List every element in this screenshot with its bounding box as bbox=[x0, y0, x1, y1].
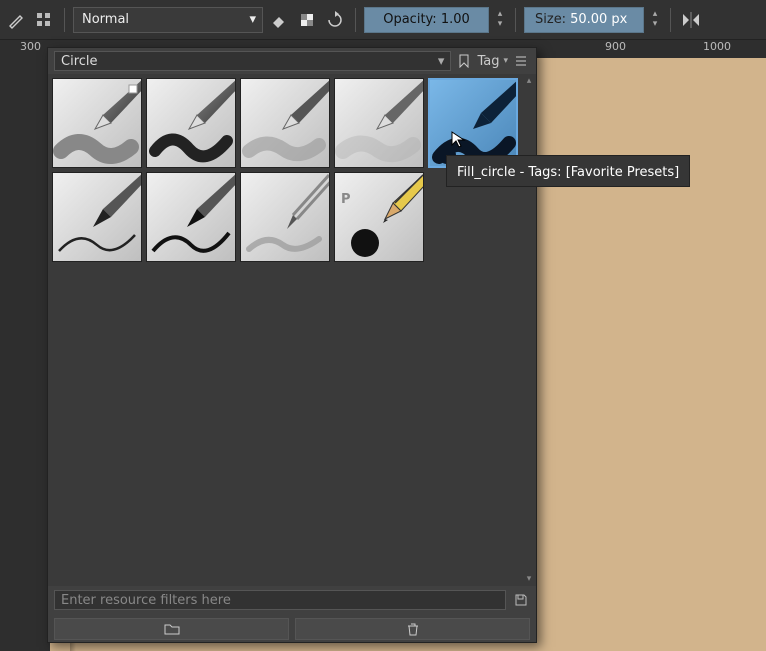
brush-preset-panel: Circle ▾ Tag ▾ bbox=[47, 47, 537, 643]
blend-mode-label: Normal bbox=[82, 12, 129, 27]
tooltip: Fill_circle - Tags: [Favorite Presets] bbox=[446, 155, 690, 187]
mirror-horizontal-icon[interactable] bbox=[679, 8, 703, 32]
size-slider[interactable]: Size: 50.00 px bbox=[524, 7, 644, 33]
trash-icon bbox=[406, 622, 420, 636]
preset-thumb[interactable] bbox=[240, 78, 330, 168]
preset-thumb[interactable] bbox=[52, 172, 142, 262]
preset-thumb[interactable] bbox=[52, 78, 142, 168]
chevron-down-icon: ▾ bbox=[438, 54, 445, 69]
chevron-down-icon: ▾ bbox=[503, 56, 508, 66]
ruler-tick: 300 bbox=[20, 40, 41, 53]
svg-text:P: P bbox=[341, 192, 351, 207]
alpha-lock-icon[interactable] bbox=[295, 8, 319, 32]
opacity-value: 1.00 bbox=[441, 12, 470, 27]
tooltip-text: Fill_circle - Tags: [Favorite Presets] bbox=[457, 165, 679, 180]
search-text: Circle bbox=[61, 54, 98, 69]
opacity-label: Opacity: bbox=[383, 12, 436, 27]
preset-thumb[interactable]: P bbox=[334, 172, 424, 262]
ruler-tick: 900 bbox=[605, 40, 626, 53]
blend-mode-select[interactable]: Normal ▾ bbox=[73, 7, 263, 33]
tag-label[interactable]: Tag bbox=[477, 54, 499, 69]
eraser-mode-icon[interactable] bbox=[267, 8, 291, 32]
chevron-down-icon: ▾ bbox=[249, 12, 256, 27]
list-mode-icon[interactable] bbox=[512, 52, 530, 70]
panel-header: Circle ▾ Tag ▾ bbox=[48, 48, 536, 74]
opacity-spinner[interactable]: ▴▾ bbox=[493, 10, 507, 30]
brush-editor-icon[interactable] bbox=[4, 8, 28, 32]
preset-thumb[interactable] bbox=[334, 78, 424, 168]
size-spinner[interactable]: ▴▾ bbox=[648, 10, 662, 30]
preset-grid: P bbox=[48, 74, 522, 586]
preset-search-input[interactable]: Circle ▾ bbox=[54, 51, 451, 71]
scroll-down-icon[interactable]: ▾ bbox=[527, 574, 532, 584]
bookmark-icon[interactable] bbox=[455, 52, 473, 70]
size-label: Size: bbox=[535, 12, 566, 27]
preset-thumb[interactable] bbox=[240, 172, 330, 262]
ruler-tick: 1000 bbox=[703, 40, 731, 53]
vertical-ruler bbox=[0, 40, 50, 651]
delete-preset-button[interactable] bbox=[295, 618, 530, 640]
preset-thumb[interactable] bbox=[146, 172, 236, 262]
save-icon[interactable] bbox=[512, 591, 530, 609]
scrollbar-vertical[interactable]: ▴ ▾ bbox=[522, 74, 536, 586]
preset-thumb[interactable] bbox=[146, 78, 236, 168]
opacity-slider[interactable]: Opacity: 1.00 bbox=[364, 7, 489, 33]
size-value: 50.00 px bbox=[570, 12, 627, 27]
scroll-up-icon[interactable]: ▴ bbox=[527, 76, 532, 86]
open-preset-button[interactable] bbox=[54, 618, 289, 640]
reload-preset-icon[interactable] bbox=[323, 8, 347, 32]
compositions-icon[interactable] bbox=[32, 8, 56, 32]
top-toolbar: Normal ▾ Opacity: 1.00 ▴▾ Size: 50.00 px… bbox=[0, 0, 766, 40]
folder-icon bbox=[164, 622, 180, 636]
resource-filter-input[interactable]: Enter resource filters here bbox=[54, 590, 506, 610]
filter-placeholder: Enter resource filters here bbox=[61, 593, 231, 608]
